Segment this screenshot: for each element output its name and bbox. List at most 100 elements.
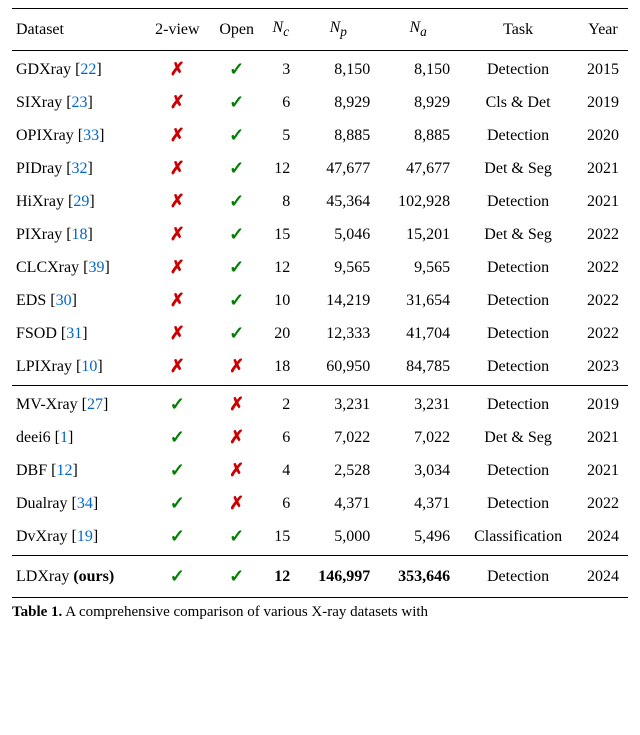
na-cell: 31,654 [378, 284, 458, 317]
table-row: CLCXray [39]✗✓129,5659,565Detection2022 [12, 251, 628, 284]
dataset-name-cell: GDXray [22] [12, 51, 145, 87]
check-icon: ✓ [170, 427, 185, 447]
year-cell: 2024 [578, 556, 628, 598]
nc-cell: 12 [263, 556, 298, 598]
task-cell: Detection [458, 119, 578, 152]
year-cell: 2022 [578, 218, 628, 251]
dataset-name-cell: HiXray [29] [12, 185, 145, 218]
na-cell: 47,677 [378, 152, 458, 185]
nc-cell: 6 [263, 487, 298, 520]
dataset-name-cell: FSOD [31] [12, 317, 145, 350]
check-icon: ✓ [229, 158, 244, 178]
dataset-name: GDXray [16, 61, 71, 78]
np-cell: 14,219 [298, 284, 378, 317]
np-cell: 5,046 [298, 218, 378, 251]
nc-cell: 6 [263, 421, 298, 454]
table-row: DvXray [19]✓✓155,0005,496Classification2… [12, 520, 628, 556]
dataset-name: CLCXray [16, 259, 79, 276]
cross-icon: ✗ [229, 460, 244, 480]
task-cell: Detection [458, 386, 578, 422]
nc-cell: 15 [263, 218, 298, 251]
check-icon: ✓ [170, 394, 185, 414]
table-row: deei6 [1]✓✗67,0227,022Det & Seg2021 [12, 421, 628, 454]
twoview-cell: ✗ [145, 51, 210, 87]
np-cell: 2,528 [298, 454, 378, 487]
citation-link[interactable]: 19 [77, 528, 93, 545]
dataset-name-cell: DBF [12] [12, 454, 145, 487]
nc-cell: 15 [263, 520, 298, 556]
nc-cell: 3 [263, 51, 298, 87]
check-icon: ✓ [229, 92, 244, 112]
citation-link[interactable]: 1 [60, 429, 68, 446]
table-row: GDXray [22]✗✓38,1508,150Detection2015 [12, 51, 628, 87]
na-cell: 7,022 [378, 421, 458, 454]
dataset-name-cell: CLCXray [39] [12, 251, 145, 284]
year-cell: 2021 [578, 454, 628, 487]
task-cell: Detection [458, 454, 578, 487]
check-icon: ✓ [229, 125, 244, 145]
dataset-name-cell: SIXray [23] [12, 86, 145, 119]
nc-cell: 12 [263, 152, 298, 185]
cross-icon: ✗ [170, 92, 185, 112]
nc-cell: 12 [263, 251, 298, 284]
check-icon: ✓ [229, 257, 244, 277]
citation-link[interactable]: 30 [56, 292, 72, 309]
task-cell: Detection [458, 51, 578, 87]
year-cell: 2021 [578, 421, 628, 454]
citation-link[interactable]: 31 [66, 325, 82, 342]
dataset-name: PIXray [16, 226, 62, 243]
year-cell: 2024 [578, 520, 628, 556]
dataset-name: LDXray [16, 568, 69, 585]
dataset-name-cell: MV-Xray [27] [12, 386, 145, 422]
citation-link[interactable]: 22 [80, 61, 96, 78]
table-row: OPIXray [33]✗✓58,8858,885Detection2020 [12, 119, 628, 152]
table-row: Dualray [34]✓✗64,3714,371Detection2022 [12, 487, 628, 520]
np-cell: 7,022 [298, 421, 378, 454]
citation-link[interactable]: 33 [83, 127, 99, 144]
citation-link[interactable]: 39 [88, 259, 104, 276]
citation-link[interactable]: 29 [73, 193, 89, 210]
task-cell: Cls & Det [458, 86, 578, 119]
citation-link[interactable]: 34 [77, 495, 93, 512]
na-cell: 41,704 [378, 317, 458, 350]
cross-icon: ✗ [229, 394, 244, 414]
citation-link[interactable]: 18 [72, 226, 88, 243]
task-cell: Classification [458, 520, 578, 556]
twoview-cell: ✗ [145, 86, 210, 119]
cross-icon: ✗ [170, 356, 185, 376]
cross-icon: ✗ [170, 59, 185, 79]
citation-link[interactable]: 32 [72, 160, 88, 177]
caption-text: A comprehensive comparison of various X-… [62, 604, 428, 620]
dataset-name-cell: PIXray [18] [12, 218, 145, 251]
dataset-name: EDS [16, 292, 46, 309]
year-cell: 2022 [578, 251, 628, 284]
cross-icon: ✗ [170, 191, 185, 211]
task-cell: Detection [458, 350, 578, 386]
np-cell: 3,231 [298, 386, 378, 422]
table-row: SIXray [23]✗✓68,9298,929Cls & Det2019 [12, 86, 628, 119]
header-na: Na [378, 9, 458, 51]
open-cell: ✗ [210, 386, 263, 422]
table-row: HiXray [29]✗✓845,364102,928Detection2021 [12, 185, 628, 218]
twoview-cell: ✓ [145, 454, 210, 487]
np-cell: 12,333 [298, 317, 378, 350]
year-cell: 2022 [578, 487, 628, 520]
open-cell: ✓ [210, 251, 263, 284]
twoview-cell: ✗ [145, 152, 210, 185]
nc-cell: 10 [263, 284, 298, 317]
check-icon: ✓ [229, 59, 244, 79]
twoview-cell: ✗ [145, 119, 210, 152]
citation-link[interactable]: 10 [81, 358, 97, 375]
citation-link[interactable]: 23 [72, 94, 88, 111]
open-cell: ✓ [210, 284, 263, 317]
task-cell: Detection [458, 556, 578, 598]
cross-icon: ✗ [229, 427, 244, 447]
header-np: Np [298, 9, 378, 51]
na-cell: 3,034 [378, 454, 458, 487]
na-cell: 102,928 [378, 185, 458, 218]
twoview-cell: ✗ [145, 317, 210, 350]
citation-link[interactable]: 27 [87, 396, 103, 413]
open-cell: ✗ [210, 454, 263, 487]
table-caption: Table 1. A comprehensive comparison of v… [12, 604, 628, 621]
citation-link[interactable]: 12 [56, 462, 72, 479]
